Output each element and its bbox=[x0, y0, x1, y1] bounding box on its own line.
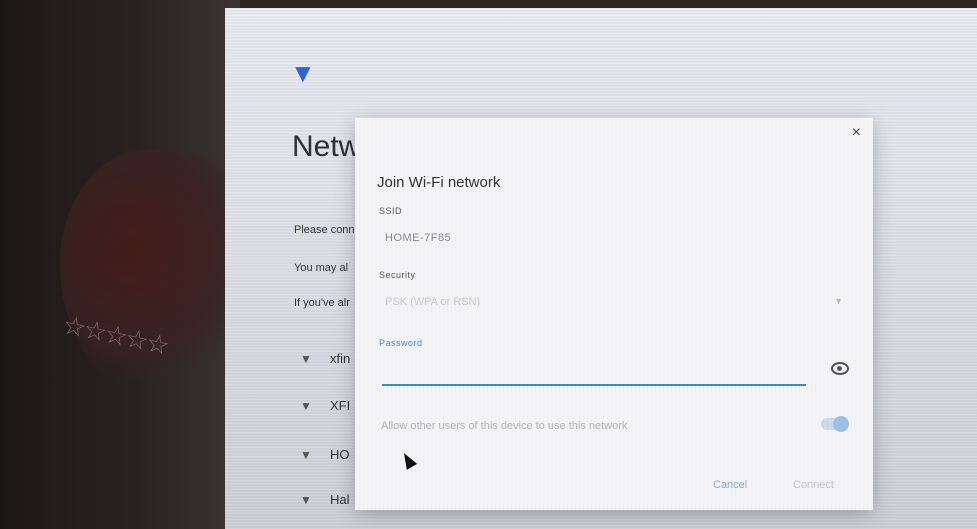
network-list-item[interactable]: ▼ xfin bbox=[300, 351, 350, 366]
ssid-label: SSID bbox=[379, 206, 403, 216]
wifi-icon: ▼ bbox=[300, 352, 312, 366]
instruction-text: You may al bbox=[294, 262, 349, 274]
instruction-text: Please conn bbox=[294, 224, 355, 236]
wifi-locked-icon: ▼ bbox=[300, 399, 312, 413]
network-name: XFI bbox=[330, 398, 351, 413]
allow-share-toggle[interactable] bbox=[821, 416, 849, 432]
eye-icon[interactable] bbox=[831, 362, 849, 375]
join-wifi-dialog: × Join Wi-Fi network SSID HOME-7F85 Secu… bbox=[355, 118, 873, 510]
close-icon[interactable]: × bbox=[852, 124, 861, 142]
security-select[interactable]: PSK (WPA or RSN) bbox=[385, 296, 480, 308]
network-list-item[interactable]: ▼ Hal bbox=[300, 492, 350, 507]
network-name: Hal bbox=[330, 492, 350, 507]
wifi-locked-icon: ▼ bbox=[300, 493, 312, 507]
instruction-text: If you've alr bbox=[294, 297, 350, 309]
wifi-locked-icon: ▼ bbox=[300, 448, 312, 462]
dialog-title: Join Wi-Fi network bbox=[377, 174, 501, 191]
network-list-item[interactable]: ▼ XFI bbox=[300, 398, 350, 413]
page-title: Netw bbox=[292, 130, 361, 163]
security-label: Security bbox=[379, 270, 416, 280]
ssid-field[interactable]: HOME-7F85 bbox=[385, 232, 451, 244]
cancel-button[interactable]: Cancel bbox=[707, 478, 753, 492]
connect-button[interactable]: Connect bbox=[787, 478, 840, 492]
network-list-item[interactable]: ▼ HO bbox=[300, 447, 350, 462]
allow-share-label: Allow other users of this device to use … bbox=[381, 420, 628, 432]
network-name: HO bbox=[330, 447, 350, 462]
network-name: xfin bbox=[330, 351, 351, 366]
chevron-down-icon: ▼ bbox=[834, 296, 843, 306]
password-field[interactable] bbox=[382, 356, 806, 386]
password-label: Password bbox=[379, 338, 423, 348]
wifi-icon: ▼ bbox=[290, 58, 316, 88]
